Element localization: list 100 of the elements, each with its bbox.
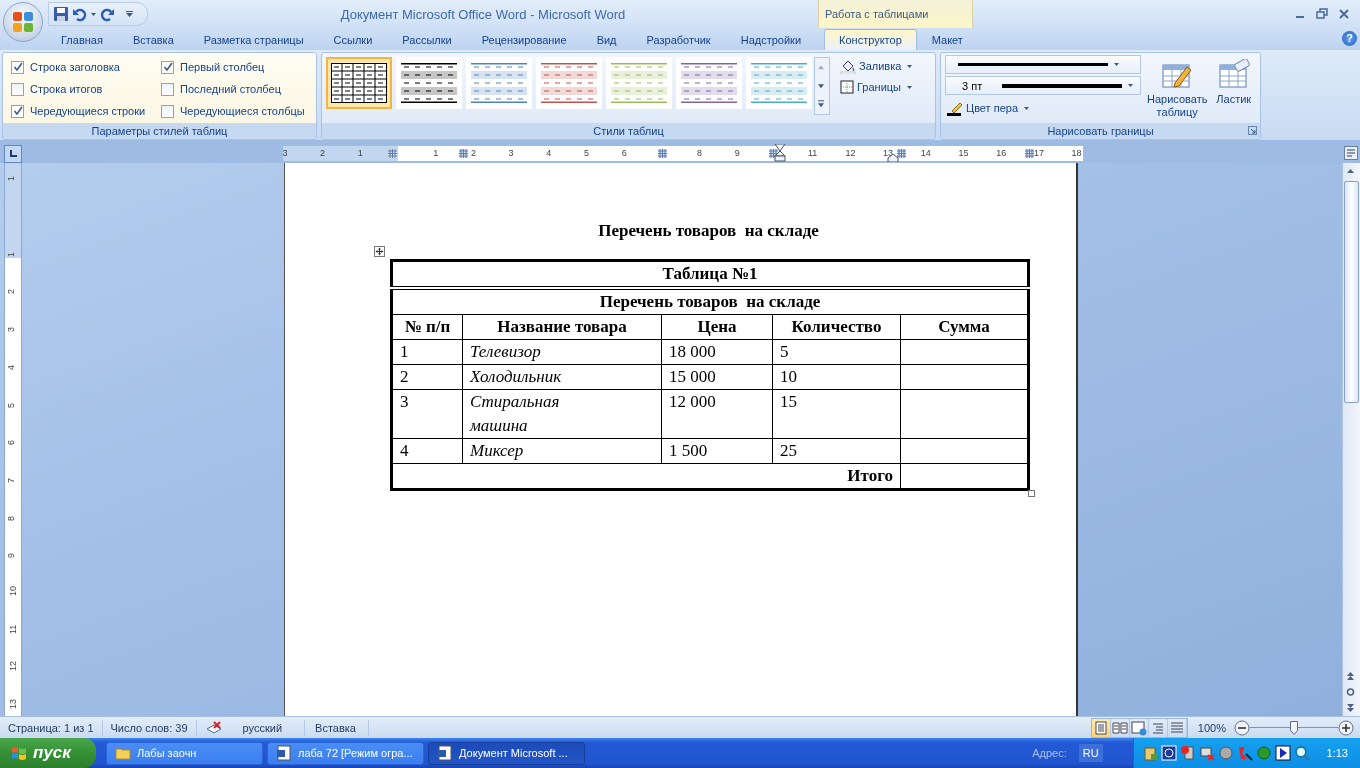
taskbar-button[interactable]: Лабы заочн — [106, 741, 263, 765]
table-style-thumbnail[interactable] — [746, 57, 812, 109]
ribbon-tab[interactable]: Ссылки — [318, 29, 388, 50]
ruler-number: 1 — [357, 148, 363, 158]
undo-icon[interactable] — [72, 6, 88, 22]
caret-icon — [907, 85, 912, 89]
table-style-thumbnail[interactable] — [676, 57, 742, 109]
caret-icon — [1128, 84, 1133, 87]
ruler-toggle-icon[interactable] — [1344, 146, 1358, 160]
eraser-button[interactable]: Ластик — [1207, 53, 1260, 106]
table-style-thumbnail[interactable] — [466, 57, 532, 109]
save-icon[interactable] — [53, 6, 69, 22]
table-style-thumbnail[interactable] — [396, 57, 462, 109]
restore-icon[interactable] — [1316, 8, 1328, 20]
column-marker-icon[interactable] — [1025, 149, 1034, 158]
play-icon[interactable] — [1274, 745, 1291, 761]
ruler-number: 11 — [808, 148, 818, 158]
table-style-thumbnail[interactable] — [606, 57, 672, 109]
close-icon[interactable] — [1338, 8, 1350, 20]
ruler-number: 3 — [508, 148, 514, 158]
caret-icon — [1024, 106, 1029, 110]
checkbox[interactable] — [161, 82, 174, 96]
caret-icon[interactable] — [126, 11, 133, 17]
office-button[interactable] — [3, 2, 43, 42]
ribbon-tab[interactable]: Вставка — [117, 29, 189, 50]
ribbon-tab[interactable]: Рассылки — [387, 29, 467, 50]
document-icon — [437, 745, 453, 761]
column-marker-icon[interactable] — [459, 149, 468, 158]
taskbar-button[interactable]: Документ Microsoft ... — [428, 741, 585, 765]
ruler-number: 1 — [433, 148, 439, 158]
column-header: Название товара — [462, 314, 662, 340]
spelling-error-icon[interactable] — [204, 719, 223, 736]
column-header: Количество — [772, 314, 901, 340]
caret-icon[interactable] — [91, 12, 96, 16]
checkbox[interactable] — [11, 60, 24, 74]
ribbon-tab[interactable]: Разметка страницы — [188, 29, 319, 50]
column-marker-icon[interactable] — [388, 149, 397, 158]
ruler-number: 3 — [5, 327, 16, 333]
ribbon-tab[interactable]: Макет — [916, 29, 978, 50]
ruler-number: 18 — [1071, 148, 1082, 158]
view-button[interactable] — [1110, 718, 1130, 737]
folder-icon — [115, 746, 131, 760]
table-cell: 15 — [772, 389, 901, 439]
view-button[interactable] — [1091, 718, 1111, 737]
borders-button[interactable]: Границы — [838, 79, 915, 95]
ribbon-tab[interactable]: Главная — [46, 29, 118, 50]
checkbox[interactable] — [161, 60, 174, 74]
ruler-number: 1 — [5, 176, 16, 182]
resize-handle[interactable] — [1028, 490, 1035, 497]
checkbox[interactable] — [11, 82, 24, 96]
line-weight-dropdown[interactable]: 3 пт — [945, 76, 1141, 95]
slider-thumb[interactable] — [1290, 720, 1298, 735]
column-marker-icon[interactable] — [897, 149, 906, 158]
indent-marker-icon[interactable] — [774, 144, 786, 162]
redo-icon[interactable] — [99, 6, 115, 22]
keyboard-language[interactable]: RU — [1078, 744, 1103, 762]
shading-button[interactable]: Заливка — [838, 57, 915, 75]
start-button[interactable]: пуск — [0, 738, 96, 768]
search-icon[interactable] — [1293, 745, 1310, 761]
taskbar-button[interactable]: лаба 72 [Режим огра... — [267, 741, 424, 765]
view-button[interactable] — [1129, 718, 1149, 737]
draw-table-button[interactable]: Нарисовать таблицу — [1147, 53, 1208, 119]
group-label: Нарисовать границы — [1047, 125, 1154, 137]
caret-icon — [1114, 63, 1119, 66]
option-label: Чередующиеся столбцы — [180, 105, 305, 117]
zoom-slider[interactable] — [1250, 719, 1338, 736]
option-label: Чередующиеся строки — [30, 105, 146, 117]
app-icon[interactable] — [1160, 745, 1177, 761]
table-move-handle-icon[interactable] — [374, 246, 385, 257]
network-icon[interactable] — [1198, 745, 1215, 761]
clipboard-icon[interactable] — [1141, 745, 1158, 761]
table-style-thumbnail[interactable] — [326, 57, 392, 109]
ribbon-tab[interactable]: Разработчик — [631, 29, 726, 50]
zoom-out-icon[interactable] — [1234, 719, 1250, 736]
column-marker-icon[interactable] — [658, 149, 667, 158]
ruler-number: 9 — [734, 148, 740, 158]
tab-stop-button[interactable] — [4, 145, 22, 163]
ribbon-tab[interactable]: Рецензирование — [466, 29, 582, 50]
document-icon — [276, 745, 292, 761]
table-cell: 5 — [772, 339, 901, 365]
windows-flag-icon — [10, 744, 28, 762]
scroll-thumb[interactable] — [1344, 181, 1359, 403]
ruler-number: 8 — [5, 515, 16, 521]
eraser-table-icon — [1217, 59, 1250, 91]
pen-color-button[interactable]: Цвет пера — [945, 99, 1141, 117]
draft-view-icon — [1168, 719, 1185, 736]
ruler-number: 2 — [320, 148, 326, 158]
ribbon-tab[interactable]: Надстройки — [725, 29, 817, 50]
checkbox[interactable] — [11, 104, 24, 118]
checkbox[interactable] — [161, 104, 174, 118]
ruler-number: 8 — [697, 148, 703, 158]
zoom-in-icon[interactable] — [1338, 719, 1354, 736]
line-style-dropdown[interactable] — [945, 55, 1141, 74]
tab-stop-icon — [8, 149, 18, 159]
ruler-number: 2 — [5, 289, 16, 295]
ribbon-tab[interactable]: Конструктор — [824, 29, 917, 50]
ribbon-tab[interactable]: Вид — [581, 29, 632, 50]
table-cell: 10 — [772, 364, 901, 390]
dialog-launcher-icon[interactable] — [1248, 126, 1257, 135]
table-style-thumbnail[interactable] — [536, 57, 602, 109]
